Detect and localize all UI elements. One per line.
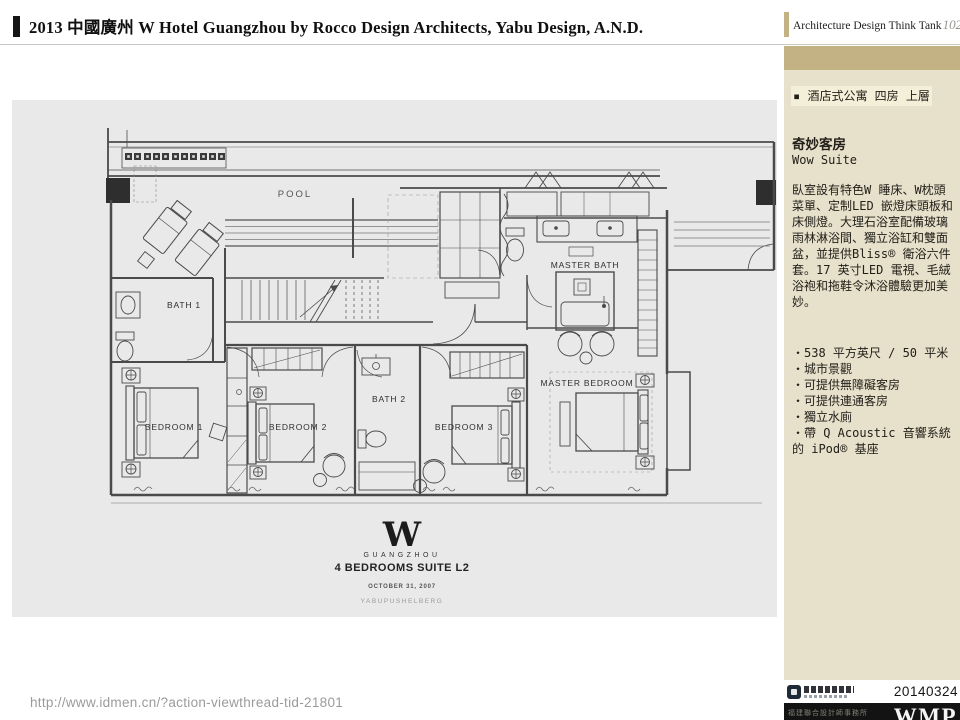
header-divider	[0, 44, 960, 45]
pool-label: POOL	[278, 189, 312, 200]
floor-plan: POOL BATH 1 BEDROOM 1 BEDROOM 2 BATH 2 B…	[12, 100, 777, 617]
master-bath-label: MASTER BATH	[551, 260, 620, 270]
bath1-label: BATH 1	[167, 300, 201, 310]
plan-date: OCTOBER 31, 2007	[368, 584, 436, 590]
floor-plan-drawing: POOL BATH 1 BEDROOM 1 BEDROOM 2 BATH 2 B…	[12, 100, 777, 617]
w-logo: W	[382, 515, 422, 555]
stamp-strip: 20140324	[784, 682, 960, 703]
bath2-fixtures	[358, 354, 415, 490]
source-url: http://www.idmen.cn/?action-viewthread-t…	[30, 695, 343, 710]
brand-label: Architecture Design Think Tank	[793, 20, 942, 32]
feature-item: ・帶 Q Acoustic 音響系統的 iPod® 基座	[792, 425, 955, 457]
feature-item: ・可提供無障礙客房	[792, 377, 955, 393]
closet-icon	[209, 348, 247, 493]
wmp-watermark: WMP	[894, 705, 957, 720]
studio-name: 福建聯合設計師事務所	[788, 708, 868, 718]
plan-title-block: W GUANGZHOU 4 BEDROOMS SUITE L2 OCTOBER …	[335, 515, 470, 605]
partner-logo-text-row	[804, 686, 854, 693]
bath2-label: BATH 2	[372, 394, 406, 404]
page-number: 102	[943, 17, 960, 32]
bedroom2-label: BEDROOM 2	[269, 422, 327, 432]
brand: Architecture Design Think Tank102	[793, 17, 960, 33]
title-tick	[13, 16, 20, 37]
plan-walls	[106, 128, 776, 503]
page-title: 2013 中國廣州 W Hotel Guangzhou by Rocco Des…	[29, 14, 643, 38]
feature-list: ・538 平方英尺 / 50 平米 ・城市景觀 ・可提供無障礙客房 ・可提供連通…	[792, 345, 955, 457]
partner-logo-subtext-row	[804, 695, 848, 698]
city-label: GUANGZHOU	[364, 552, 441, 559]
pool-water-lines	[225, 220, 770, 246]
suite-title-zh: 奇妙客房	[792, 133, 846, 153]
master-bedroom-label: MASTER BEDROOM	[541, 378, 634, 388]
bed2-icon	[248, 387, 345, 487]
bed3-icon	[414, 388, 525, 493]
tag-line: ▪ 酒店式公寓 四房 上層	[791, 86, 932, 106]
date-stamp: 20140324	[894, 684, 958, 699]
sidebar: ▪ 酒店式公寓 四房 上層 奇妙客房 Wow Suite 臥室設有特色W 睡床、…	[784, 46, 960, 680]
bottom-bar: 福建聯合設計師事務所 WMP	[784, 703, 960, 720]
partner-logo-mark	[787, 685, 801, 699]
louver-grille-icon	[125, 153, 225, 160]
suite-label: 4 BEDROOMS SUITE L2	[335, 562, 470, 574]
bath1-room	[111, 278, 225, 362]
designer-label: YABUPUSHELBERG	[361, 598, 444, 605]
brand-tick	[784, 12, 789, 37]
feature-item: ・獨立水廁	[792, 409, 955, 425]
feature-item: ・城市景觀	[792, 361, 955, 377]
sofa-icon	[388, 192, 508, 298]
feature-item: ・可提供連通客房	[792, 393, 955, 409]
partner-logo-icon	[787, 685, 857, 700]
suite-description: 臥室設有特色W 睡床、W枕頭菜單、定制LED 嵌燈床頭板和床側燈。大理石浴室配備…	[792, 182, 953, 310]
bedroom3-label: BEDROOM 3	[435, 422, 493, 432]
room-labels: POOL BATH 1 BEDROOM 1 BEDROOM 2 BATH 2 B…	[145, 189, 634, 432]
lounge-chairs-icon	[138, 198, 227, 276]
sidebar-accent-band	[784, 46, 960, 70]
bedroom1-label: BEDROOM 1	[145, 422, 203, 432]
suite-title-en: Wow Suite	[792, 153, 857, 167]
feature-item: ・538 平方英尺 / 50 平米	[792, 345, 955, 361]
